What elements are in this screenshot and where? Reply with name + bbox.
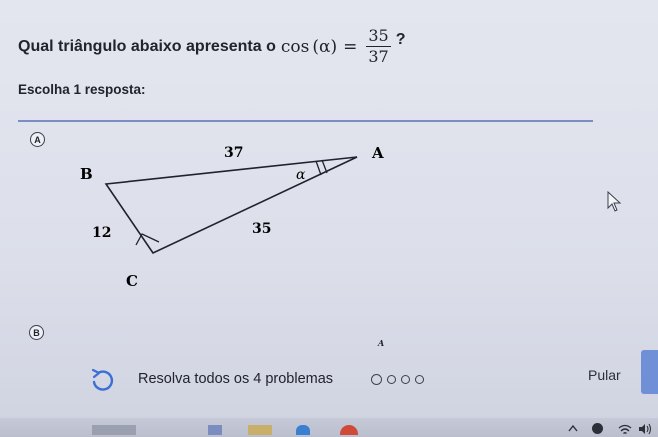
progress-message: Resolva todos os 4 problemas xyxy=(138,371,334,387)
progress-dot-1 xyxy=(371,374,382,385)
math-equals: = xyxy=(343,36,358,57)
skip-button[interactable]: Pular xyxy=(588,367,621,383)
question-text: Qual triângulo abaixo apresenta o cos (α… xyxy=(18,26,405,67)
math-expression: cos (α) = 35 37 xyxy=(281,26,394,67)
side-label-short-leg: 12 xyxy=(92,225,111,241)
right-angle-marker xyxy=(135,233,160,246)
choice-b-vertex-label: A xyxy=(378,338,385,348)
refresh-icon xyxy=(91,368,114,391)
vertex-label-c: C xyxy=(126,272,138,290)
exercise-page: Qual triângulo abaixo apresenta o cos (α… xyxy=(0,0,658,437)
math-func: cos xyxy=(280,36,310,57)
fraction-numerator: 35 xyxy=(366,26,391,47)
choice-a-triangle[interactable]: A B C 37 12 35 α xyxy=(70,138,400,298)
progress-dots xyxy=(371,374,424,385)
taskbar-app-icon[interactable] xyxy=(248,425,272,435)
choice-b-radio[interactable]: B xyxy=(29,325,44,340)
instruction-text: Escolha 1 resposta: xyxy=(18,82,146,97)
question-suffix: ? xyxy=(395,30,406,48)
progress-dot-3 xyxy=(401,375,410,384)
volume-icon[interactable] xyxy=(638,423,652,435)
taskbar-app-icon[interactable] xyxy=(92,425,136,435)
angle-label-alpha: α xyxy=(296,167,306,183)
progress-dot-4 xyxy=(415,375,424,384)
taskbar-app-icon[interactable] xyxy=(208,425,222,435)
progress-dot-2 xyxy=(387,375,396,384)
choice-a-radio[interactable]: A xyxy=(30,132,45,147)
math-var: (α) xyxy=(312,36,338,57)
fraction-denominator: 37 xyxy=(368,47,389,66)
side-label-long-leg: 35 xyxy=(252,221,271,237)
chevron-up-icon[interactable] xyxy=(568,424,578,432)
sync-icon[interactable] xyxy=(592,423,603,434)
vertex-label-b: B xyxy=(80,165,93,183)
side-label-hypotenuse: 37 xyxy=(224,145,243,161)
fraction: 35 37 xyxy=(366,26,391,67)
check-button[interactable] xyxy=(641,350,658,394)
vertex-label-a: A xyxy=(371,144,384,162)
taskbar-app-icon[interactable] xyxy=(296,425,310,435)
divider xyxy=(18,120,593,122)
wifi-icon[interactable] xyxy=(618,423,632,435)
mouse-cursor-icon xyxy=(607,191,622,212)
question-prefix: Qual triângulo abaixo apresenta o xyxy=(18,37,276,55)
